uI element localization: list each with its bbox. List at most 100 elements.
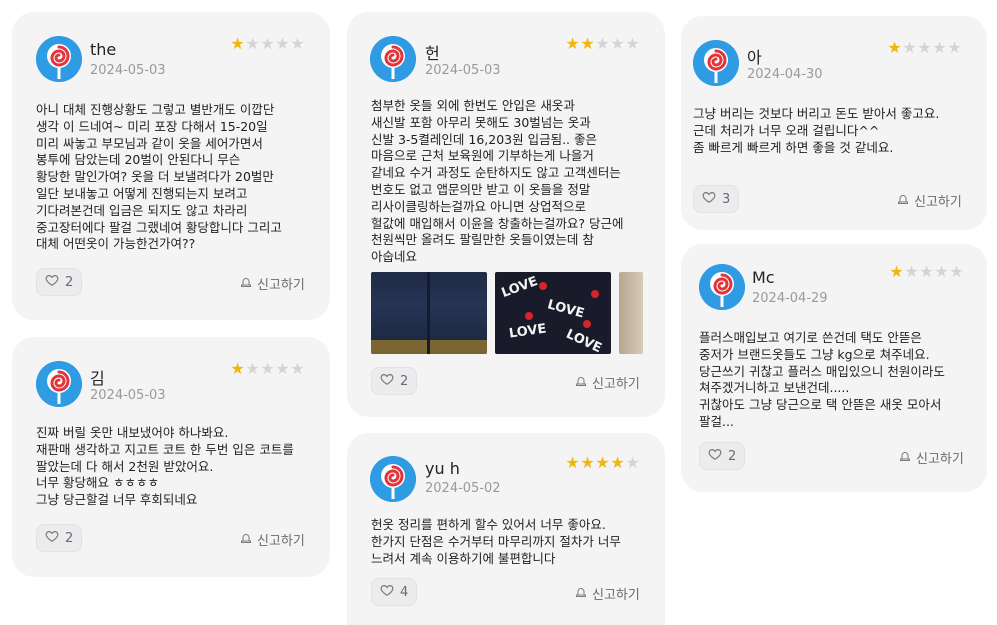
avatar [693, 40, 739, 86]
heart-icon [45, 529, 59, 547]
sweater-photo[interactable]: LOVE LOVE LOVE LOVE [495, 272, 611, 354]
heart-icon [45, 273, 59, 291]
star-icon: ★ [904, 262, 919, 281]
review-text: 헌옷 정리를 편하게 할수 있어서 너무 좋아요. 한가지 단점은 수거부터 마… [371, 517, 621, 566]
review-date: 2024-05-03 [90, 63, 166, 78]
star-icon: ★ [260, 34, 275, 53]
review-username: 헌 [425, 44, 440, 63]
review-text: 그냥 버리는 것보다 버리고 돈도 받아서 좋고요. 근데 처리가 너무 오래 … [693, 106, 940, 155]
star-icon: ★ [917, 38, 932, 57]
lollipop-icon [693, 40, 739, 86]
star-icon: ★ [625, 453, 640, 472]
avatar [36, 361, 82, 407]
star-rating: ★★★★★ [887, 40, 962, 56]
review-username: the [90, 40, 117, 59]
star-icon: ★ [932, 38, 947, 57]
lollipop-icon [36, 361, 82, 407]
star-icon: ★ [230, 34, 245, 53]
report-label: 신고하기 [257, 278, 305, 293]
like-button[interactable]: 4 [371, 578, 418, 606]
photo-text: LOVE [545, 297, 586, 322]
star-icon: ★ [919, 262, 934, 281]
like-count: 2 [400, 373, 409, 389]
star-icon: ★ [889, 262, 904, 281]
photo-text: LOVE [563, 326, 604, 354]
report-icon [240, 276, 252, 292]
star-icon: ★ [275, 34, 290, 53]
star-icon: ★ [260, 359, 275, 378]
third-photo[interactable] [619, 272, 643, 354]
star-icon: ★ [290, 34, 305, 53]
heart-icon [380, 372, 394, 390]
star-icon: ★ [887, 38, 902, 57]
review-date: 2024-05-03 [425, 63, 501, 78]
report-button[interactable]: 신고하기 [240, 530, 305, 549]
star-icon: ★ [565, 34, 580, 53]
star-icon: ★ [230, 359, 245, 378]
review-username: Mc [752, 268, 775, 287]
heart-icon [708, 447, 722, 465]
report-button[interactable]: 신고하기 [240, 274, 305, 293]
like-count: 2 [65, 530, 74, 546]
report-button[interactable]: 신고하기 [897, 191, 962, 210]
star-icon: ★ [565, 453, 580, 472]
review-username: 아 [747, 48, 762, 67]
report-icon [575, 586, 587, 602]
star-icon: ★ [275, 359, 290, 378]
review-date: 2024-04-30 [747, 67, 823, 82]
review-card: 헌 2024-05-03 ★★★★★ 첨부한 옷들 외에 한번도 안입은 새옷과… [347, 12, 665, 417]
report-button[interactable]: 신고하기 [899, 448, 964, 467]
review-card: the 2024-05-03 ★★★★★ 아니 대체 진행상황도 그렇고 별반개… [12, 12, 330, 320]
review-username: yu h [425, 459, 460, 478]
star-icon: ★ [934, 262, 949, 281]
report-icon [899, 450, 911, 466]
review-card: 김 2024-05-03 ★★★★★ 진짜 버릴 옷만 내보냈어야 하나봐요. … [12, 337, 330, 577]
heart-icon [380, 583, 394, 601]
like-button[interactable]: 2 [36, 524, 83, 552]
report-icon [240, 532, 252, 548]
star-rating: ★★★★★ [889, 264, 964, 280]
lollipop-icon [370, 36, 416, 82]
report-icon [575, 375, 587, 391]
review-text: 아니 대체 진행상황도 그렇고 별반개도 이깝단 생각 이 드네여~ 미리 포장… [36, 102, 282, 252]
heart-icon [702, 190, 716, 208]
report-button[interactable]: 신고하기 [575, 373, 640, 392]
photo-text: LOVE [499, 274, 540, 301]
avatar [699, 264, 745, 310]
photo-text: LOVE [508, 321, 548, 342]
review-card: 아 2024-04-30 ★★★★★ 그냥 버리는 것보다 버리고 돈도 받아서… [681, 16, 987, 230]
star-icon: ★ [610, 453, 625, 472]
star-icon: ★ [595, 34, 610, 53]
like-button[interactable]: 2 [371, 367, 418, 395]
report-label: 신고하기 [592, 588, 640, 603]
review-username: 김 [90, 369, 105, 388]
like-count: 2 [728, 448, 737, 464]
lollipop-icon [370, 456, 416, 502]
star-rating: ★★★★★ [565, 36, 640, 52]
star-rating: ★★★★★ [230, 36, 305, 52]
report-label: 신고하기 [257, 534, 305, 549]
photo-strip: LOVE LOVE LOVE LOVE [371, 272, 643, 354]
like-count: 2 [65, 274, 74, 290]
star-rating: ★★★★★ [230, 361, 305, 377]
report-label: 신고하기 [916, 452, 964, 467]
jeans-photo[interactable] [371, 272, 487, 354]
star-icon: ★ [949, 262, 964, 281]
lollipop-icon [699, 264, 745, 310]
review-card: yu h 2024-05-02 ★★★★★ 헌옷 정리를 편하게 할수 있어서 … [347, 433, 665, 625]
avatar [36, 36, 82, 82]
star-icon: ★ [580, 34, 595, 53]
like-button[interactable]: 2 [36, 268, 83, 296]
like-button[interactable]: 2 [699, 442, 746, 470]
like-button[interactable]: 3 [693, 185, 740, 213]
review-text: 첨부한 옷들 외에 한번도 안입은 새옷과 새신발 포함 아무리 못해도 30벌… [371, 98, 624, 265]
report-label: 신고하기 [914, 195, 962, 210]
star-icon: ★ [947, 38, 962, 57]
review-text: 플러스매입보고 여기로 쓴건데 택도 안뜯은 중저가 브랜드옷들도 그냥 kg으… [699, 330, 945, 429]
report-button[interactable]: 신고하기 [575, 584, 640, 603]
star-icon: ★ [610, 34, 625, 53]
review-date: 2024-05-03 [90, 388, 166, 403]
star-icon: ★ [245, 359, 260, 378]
report-label: 신고하기 [592, 377, 640, 392]
review-text: 진짜 버릴 옷만 내보냈어야 하나봐요. 재판매 생각하고 지고트 코트 한 두… [36, 425, 294, 508]
